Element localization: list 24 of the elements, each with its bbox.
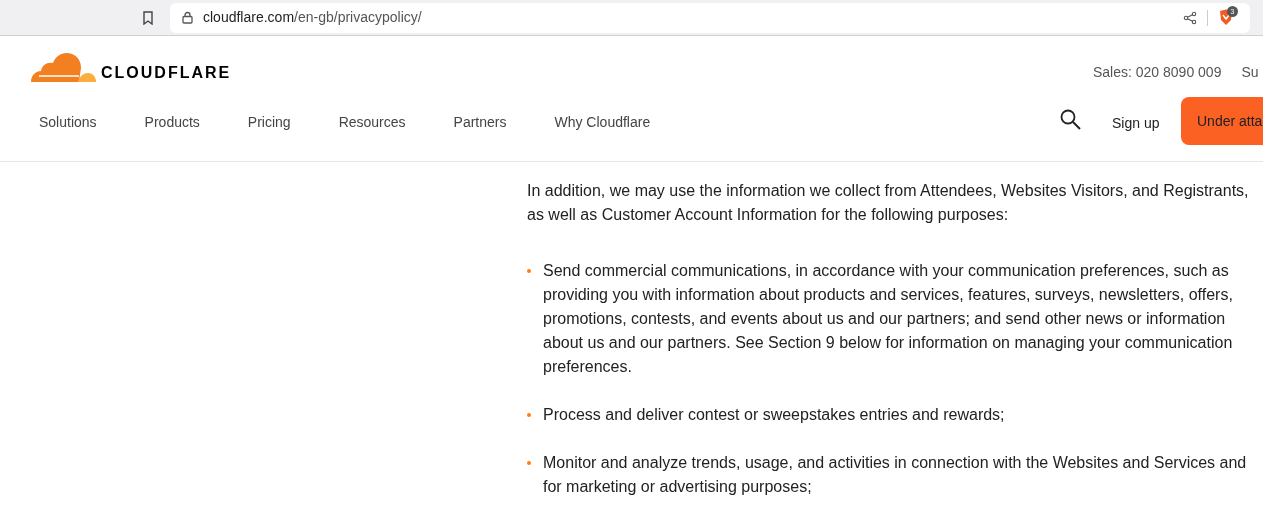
nav-link[interactable]: Solutions — [15, 108, 121, 137]
header-link[interactable]: Sales: 020 8090 009 — [1093, 62, 1222, 83]
url-text: cloudflare.com/en-gb/privacypolicy/ — [203, 8, 422, 27]
share-icon[interactable] — [1183, 10, 1197, 25]
bullet-icon — [527, 269, 531, 273]
nav-link[interactable]: Partners — [429, 108, 531, 137]
bookmark-icon[interactable] — [142, 10, 154, 25]
lock-icon — [182, 11, 193, 24]
nav-link[interactable]: Pricing — [223, 108, 315, 137]
nav-link[interactable]: Products — [120, 108, 224, 137]
intro-paragraph: In addition, we may use the information we collect from Attendees, Websites Visitors, and Registrants, as well as Customer Account Information for the following purposes: — [527, 181, 1250, 225]
bullet-icon — [527, 413, 531, 417]
cloud-logo-icon — [31, 51, 96, 82]
header-link[interactable]: Su — [1241, 62, 1259, 83]
bullet-text: Process and deliver contest or sweepstakes entries and rewards; — [543, 405, 1005, 425]
bullet-text: Monitor and analyze trends, usage, and activities in connection with the Websites and Services and for marketing or advertising purposes; — [543, 453, 1248, 497]
nav-link[interactable]: Resources — [314, 108, 430, 137]
under-attack-button[interactable]: Under atta — [1181, 97, 1263, 145]
sign-up-link[interactable]: Sign up — [1112, 113, 1160, 134]
search-icon[interactable] — [1060, 109, 1081, 130]
bullet-icon — [527, 461, 531, 465]
nav-link[interactable]: Why Cloudflare — [530, 108, 675, 137]
bullet-text: Send commercial communications, in accordance with your communication preferences, such as providing you with information about products and services, features, surveys, newsletters, offers, promotions, contests, and events about us and our partners; and send other news or information about us and our partners. See Section 9 below for information on managing your communication preferences. — [543, 261, 1234, 377]
logo-wordmark: CLOUDFLARE — [101, 65, 232, 81]
